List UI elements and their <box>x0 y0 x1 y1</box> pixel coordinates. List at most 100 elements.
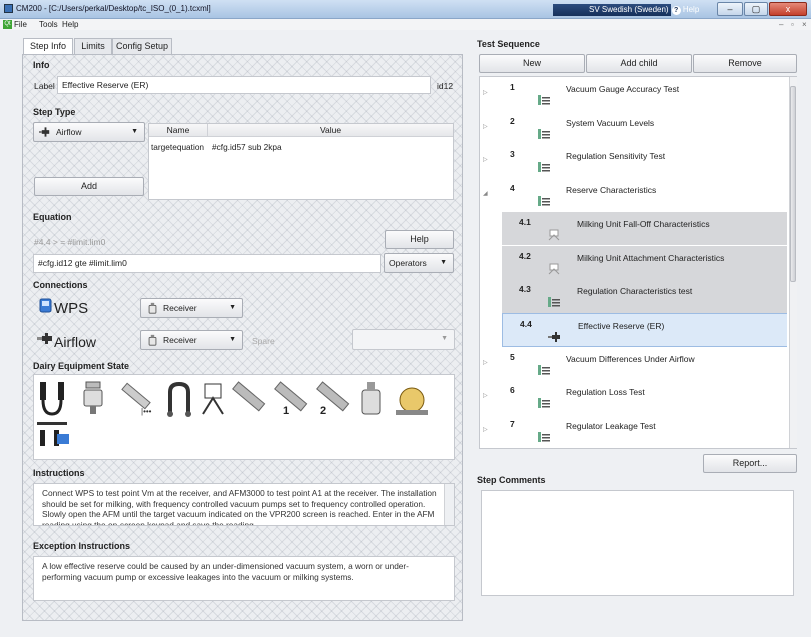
report-button[interactable]: Report... <box>703 454 797 473</box>
step-comments-heading: Step Comments <box>477 475 546 485</box>
airflow-icon <box>39 127 50 137</box>
add-child-button[interactable]: Add child <box>586 54 692 73</box>
test-sequence-heading: Test Sequence <box>477 39 540 49</box>
wps-receiver-value: Receiver <box>163 303 197 313</box>
pipe-2-number: 2 <box>320 405 327 417</box>
sequence-item-number: 4.3 <box>519 284 531 295</box>
sequence-item-number: 5 <box>510 351 515 362</box>
gauge-icon[interactable] <box>199 380 227 418</box>
pulsator-icon[interactable] <box>80 380 106 418</box>
add-button[interactable]: Add <box>34 177 144 196</box>
label-input[interactable]: Effective Reserve (ER) <box>57 76 431 94</box>
qt-icon: Qt <box>3 20 12 29</box>
new-button[interactable]: New <box>479 54 585 73</box>
sequence-item[interactable]: 4.3 Regulation Characteristics test <box>502 279 787 313</box>
pipe-icon[interactable] <box>230 378 268 418</box>
maximize-button[interactable]: ▢ <box>744 2 768 16</box>
scroll-thumb[interactable] <box>790 86 796 282</box>
instructions-heading: Instructions <box>33 468 85 478</box>
close-button[interactable]: x <box>769 2 807 16</box>
hose-icon[interactable]: |••• <box>115 378 157 418</box>
params-table: Name Value targetequation #cfg.id57 sub … <box>148 123 454 200</box>
langbar-help[interactable]: Help <box>683 5 699 14</box>
step-type-select[interactable]: Airflow ▼ <box>33 122 145 142</box>
sequence-item[interactable]: ▷ 5 Vacuum Differences Under Airflow <box>480 347 787 381</box>
menu-file[interactable]: File <box>14 20 27 29</box>
sequence-item-label: Milking Unit Fall-Off Characteristics <box>577 218 710 229</box>
window-title: CM200 - [C:/Users/perkal/Desktop/tc_ISO_… <box>16 4 211 13</box>
milking-unit-connected-icon[interactable] <box>36 420 72 456</box>
menu-tools[interactable]: Tools <box>39 20 58 29</box>
expand-icon[interactable]: ▷ <box>483 359 488 366</box>
minimize-button[interactable]: – <box>717 2 743 16</box>
sequence-item-label: Regulation Loss Test <box>566 387 645 398</box>
settings-icon <box>537 128 551 140</box>
help-button[interactable]: Help <box>385 230 454 249</box>
menu-help[interactable]: Help <box>62 20 78 29</box>
wps-receiver-select[interactable]: Receiver ▼ <box>140 298 243 318</box>
expand-open-icon[interactable]: ◢ <box>483 190 488 197</box>
remove-button[interactable]: Remove <box>693 54 797 73</box>
milking-unit-icon[interactable] <box>36 378 72 418</box>
sequence-item-label: Regulation Sensitivity Test <box>566 151 666 162</box>
sequence-item[interactable]: 4.2 Milking Unit Attachment Characteristi… <box>502 245 787 280</box>
expand-icon[interactable]: ▷ <box>483 426 488 433</box>
sequence-item[interactable]: ▷ 6 Regulation Loss Test <box>480 380 787 414</box>
airflow-receiver-select[interactable]: Receiver ▼ <box>140 330 243 350</box>
airflow-label: Airflow <box>54 334 97 350</box>
claw-icon[interactable] <box>164 380 194 418</box>
mdi-minimize-icon[interactable]: – <box>779 20 783 29</box>
table-cell-name[interactable]: targetequation <box>151 142 204 152</box>
sequence-item[interactable]: 4.4 Effective Reserve (ER) <box>502 312 787 347</box>
sequence-item[interactable]: ◢ 4 Reserve Characteristics <box>480 178 787 212</box>
tab-step-info[interactable]: Step Info <box>23 38 73 55</box>
exception-heading: Exception Instructions <box>33 541 131 551</box>
airflow-receiver-value: Receiver <box>163 335 197 345</box>
language-bar[interactable]: SV Swedish (Sweden)? Help <box>553 4 699 16</box>
svg-text:|•••: |••• <box>141 407 152 416</box>
tab-limits[interactable]: Limits <box>74 38 112 54</box>
sequence-item[interactable]: ▷ 2 System Vacuum Levels <box>480 111 787 145</box>
sequence-item[interactable]: ▷ 1 Vacuum Gauge Accuracy Test <box>480 77 787 111</box>
instructions-scrollbar[interactable] <box>444 484 454 525</box>
sequence-item-number: 4.4 <box>520 318 532 329</box>
sequence-item[interactable]: 4.1 Milking Unit Fall-Off Characteristics <box>502 211 787 246</box>
operators-label: Operators <box>389 258 427 268</box>
table-cell-value[interactable]: #cfg.id57 sub 2kpa <box>212 142 282 152</box>
sequence-item[interactable]: ▷ 3 Regulation Sensitivity Test <box>480 144 787 178</box>
sequence-item-label: Regulation Characteristics test <box>577 286 693 297</box>
vacuum-pump-icon[interactable] <box>392 380 432 418</box>
receiver-icon[interactable] <box>356 380 386 418</box>
sequence-item-number: 7 <box>510 419 515 429</box>
expand-icon[interactable]: ▷ <box>483 392 488 399</box>
app-icon <box>4 4 13 13</box>
operators-select[interactable]: Operators ▼ <box>384 253 454 273</box>
expand-icon[interactable]: ▷ <box>483 156 488 163</box>
equation-preview: #4.4 > = #limit.lim0 <box>34 237 106 247</box>
sequence-item-number: 4 <box>510 183 515 194</box>
airflow-icon <box>37 333 52 344</box>
equation-input[interactable]: #cfg.id12 gte #limit.lim0 <box>33 254 381 273</box>
settings-icon <box>547 296 561 308</box>
gauge-icon <box>547 229 561 241</box>
step-comments-input[interactable] <box>481 490 794 596</box>
tab-config-setup[interactable]: Config Setup <box>112 38 172 54</box>
mdi-restore-icon[interactable]: ▫ <box>791 20 794 29</box>
help-icon[interactable]: ? <box>671 6 681 15</box>
settings-icon <box>537 397 551 409</box>
sequence-item[interactable]: ▷ 7 Regulator Leakage Test <box>480 414 787 448</box>
exception-text[interactable]: A low effective reserve could be caused … <box>33 556 455 601</box>
equation-heading: Equation <box>33 212 72 222</box>
spare-label: Spare <box>252 336 275 346</box>
menu-bar: File Tools Help <box>0 19 811 30</box>
sequence-item-number: 2 <box>510 115 515 126</box>
spare-select[interactable]: ▼ <box>352 329 455 350</box>
expand-icon[interactable]: ▷ <box>483 89 488 96</box>
instructions-text[interactable]: Connect WPS to test point Vm at the rece… <box>33 483 455 526</box>
chevron-down-icon: ▼ <box>229 304 236 311</box>
expand-icon[interactable]: ▷ <box>483 123 488 130</box>
mdi-close-icon[interactable]: × <box>802 20 807 29</box>
chevron-down-icon: ▼ <box>440 259 447 266</box>
pipe-1-icon[interactable] <box>272 378 310 418</box>
chevron-down-icon: ▼ <box>131 128 138 135</box>
